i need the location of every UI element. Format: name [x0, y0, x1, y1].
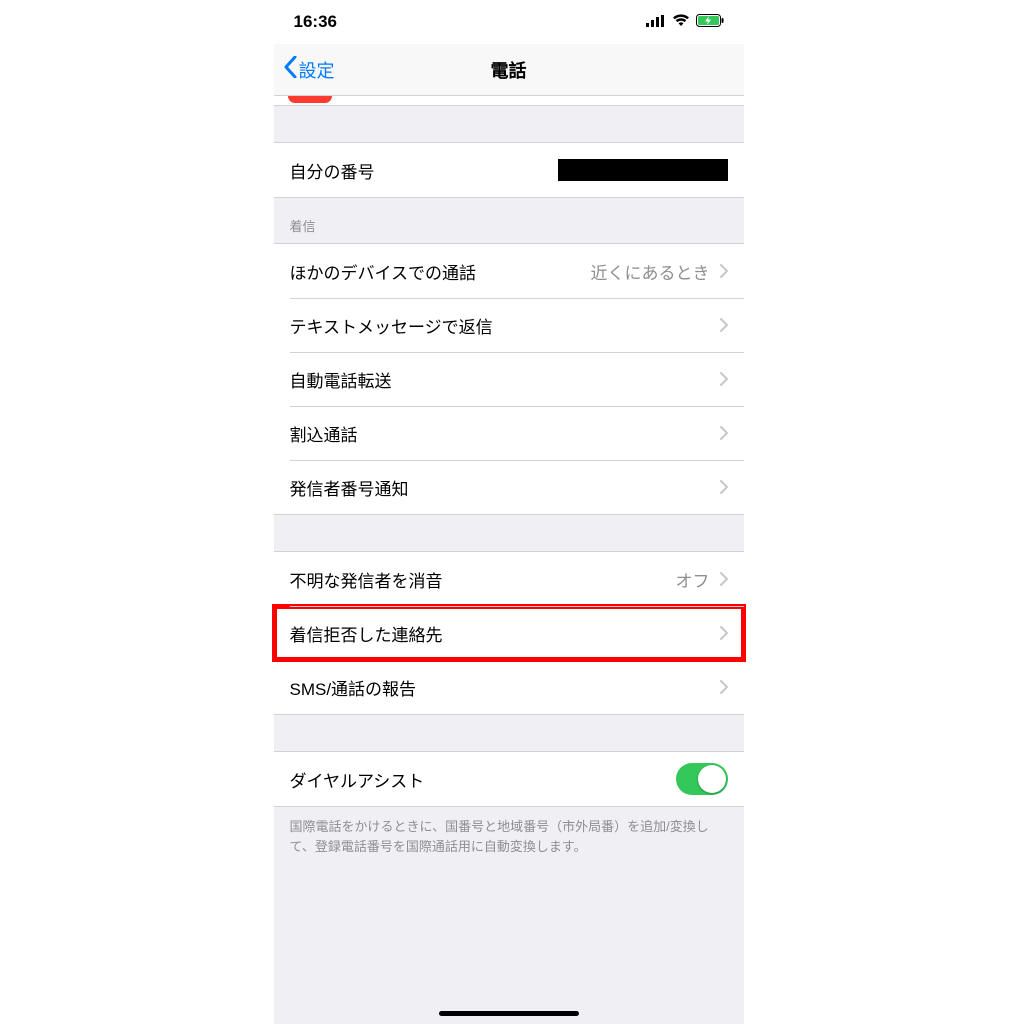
chevron-right-icon [720, 480, 728, 494]
respond-with-text-row[interactable]: テキストメッセージで返信 [274, 298, 744, 352]
chevron-right-icon [720, 264, 728, 278]
dial-assist-footer: 国際電話をかけるときに、国番号と地域番号（市外局番）を追加/変換して、登録電話番… [274, 807, 744, 866]
phone-settings-screen: 16:36 設定 電話 自分の番号 [274, 0, 744, 1024]
incoming-group: ほかのデバイスでの通話 近くにあるとき テキストメッセージで返信 自動電話転送 … [274, 243, 744, 515]
red-badge-fragment [288, 96, 332, 103]
sms-call-reporting-row[interactable]: SMS/通話の報告 [274, 660, 744, 714]
show-caller-id-row[interactable]: 発信者番号通知 [274, 460, 744, 514]
cell-label: 不明な発信者を消音 [290, 567, 443, 592]
cellular-icon [646, 12, 666, 32]
back-button[interactable]: 設定 [284, 56, 335, 83]
block-group: 不明な発信者を消音 オフ 着信拒否した連絡先 SMS/通話の報告 [274, 551, 744, 715]
chevron-right-icon [720, 626, 728, 640]
cell-label: テキストメッセージで返信 [290, 313, 493, 338]
back-label: 設定 [299, 57, 335, 83]
blocked-contacts-row[interactable]: 着信拒否した連絡先 [274, 606, 744, 660]
call-waiting-row[interactable]: 割込通話 [274, 406, 744, 460]
chevron-right-icon [720, 680, 728, 694]
cell-label: ダイヤルアシスト [290, 767, 425, 792]
my-number-redacted [558, 159, 728, 181]
partial-row-top [274, 96, 744, 106]
dial-assist-toggle[interactable] [676, 763, 728, 795]
cell-value: 近くにあるとき [591, 259, 710, 284]
chevron-right-icon [720, 426, 728, 440]
my-number-label: 自分の番号 [290, 158, 375, 183]
dial-assist-group: ダイヤルアシスト [274, 751, 744, 807]
status-time: 16:36 [294, 12, 337, 32]
home-indicator[interactable] [439, 1011, 579, 1016]
cell-value: オフ [676, 567, 710, 592]
cell-label: 発信者番号通知 [290, 475, 409, 500]
chevron-right-icon [720, 572, 728, 586]
my-number-group: 自分の番号 [274, 142, 744, 198]
my-number-row[interactable]: 自分の番号 [274, 143, 744, 197]
call-forwarding-row[interactable]: 自動電話転送 [274, 352, 744, 406]
cell-label: ほかのデバイスでの通話 [290, 259, 477, 284]
cell-label: 着信拒否した連絡先 [290, 621, 443, 646]
toggle-knob [698, 765, 726, 793]
chevron-right-icon [720, 318, 728, 332]
silence-unknown-callers-row[interactable]: 不明な発信者を消音 オフ [274, 552, 744, 606]
calls-on-other-devices-row[interactable]: ほかのデバイスでの通話 近くにあるとき [274, 244, 744, 298]
cell-label: 自動電話転送 [290, 367, 392, 392]
status-bar: 16:36 [274, 0, 744, 44]
page-title: 電話 [274, 57, 744, 83]
cell-label: SMS/通話の報告 [290, 675, 417, 700]
cell-label: 割込通話 [290, 421, 358, 446]
wifi-icon [672, 12, 690, 32]
status-indicators [646, 12, 724, 32]
dial-assist-row[interactable]: ダイヤルアシスト [274, 752, 744, 806]
nav-bar: 設定 電話 [274, 44, 744, 96]
chevron-left-icon [284, 56, 297, 83]
chevron-right-icon [720, 372, 728, 386]
incoming-header: 着信 [274, 198, 744, 243]
battery-charging-icon [696, 12, 724, 32]
